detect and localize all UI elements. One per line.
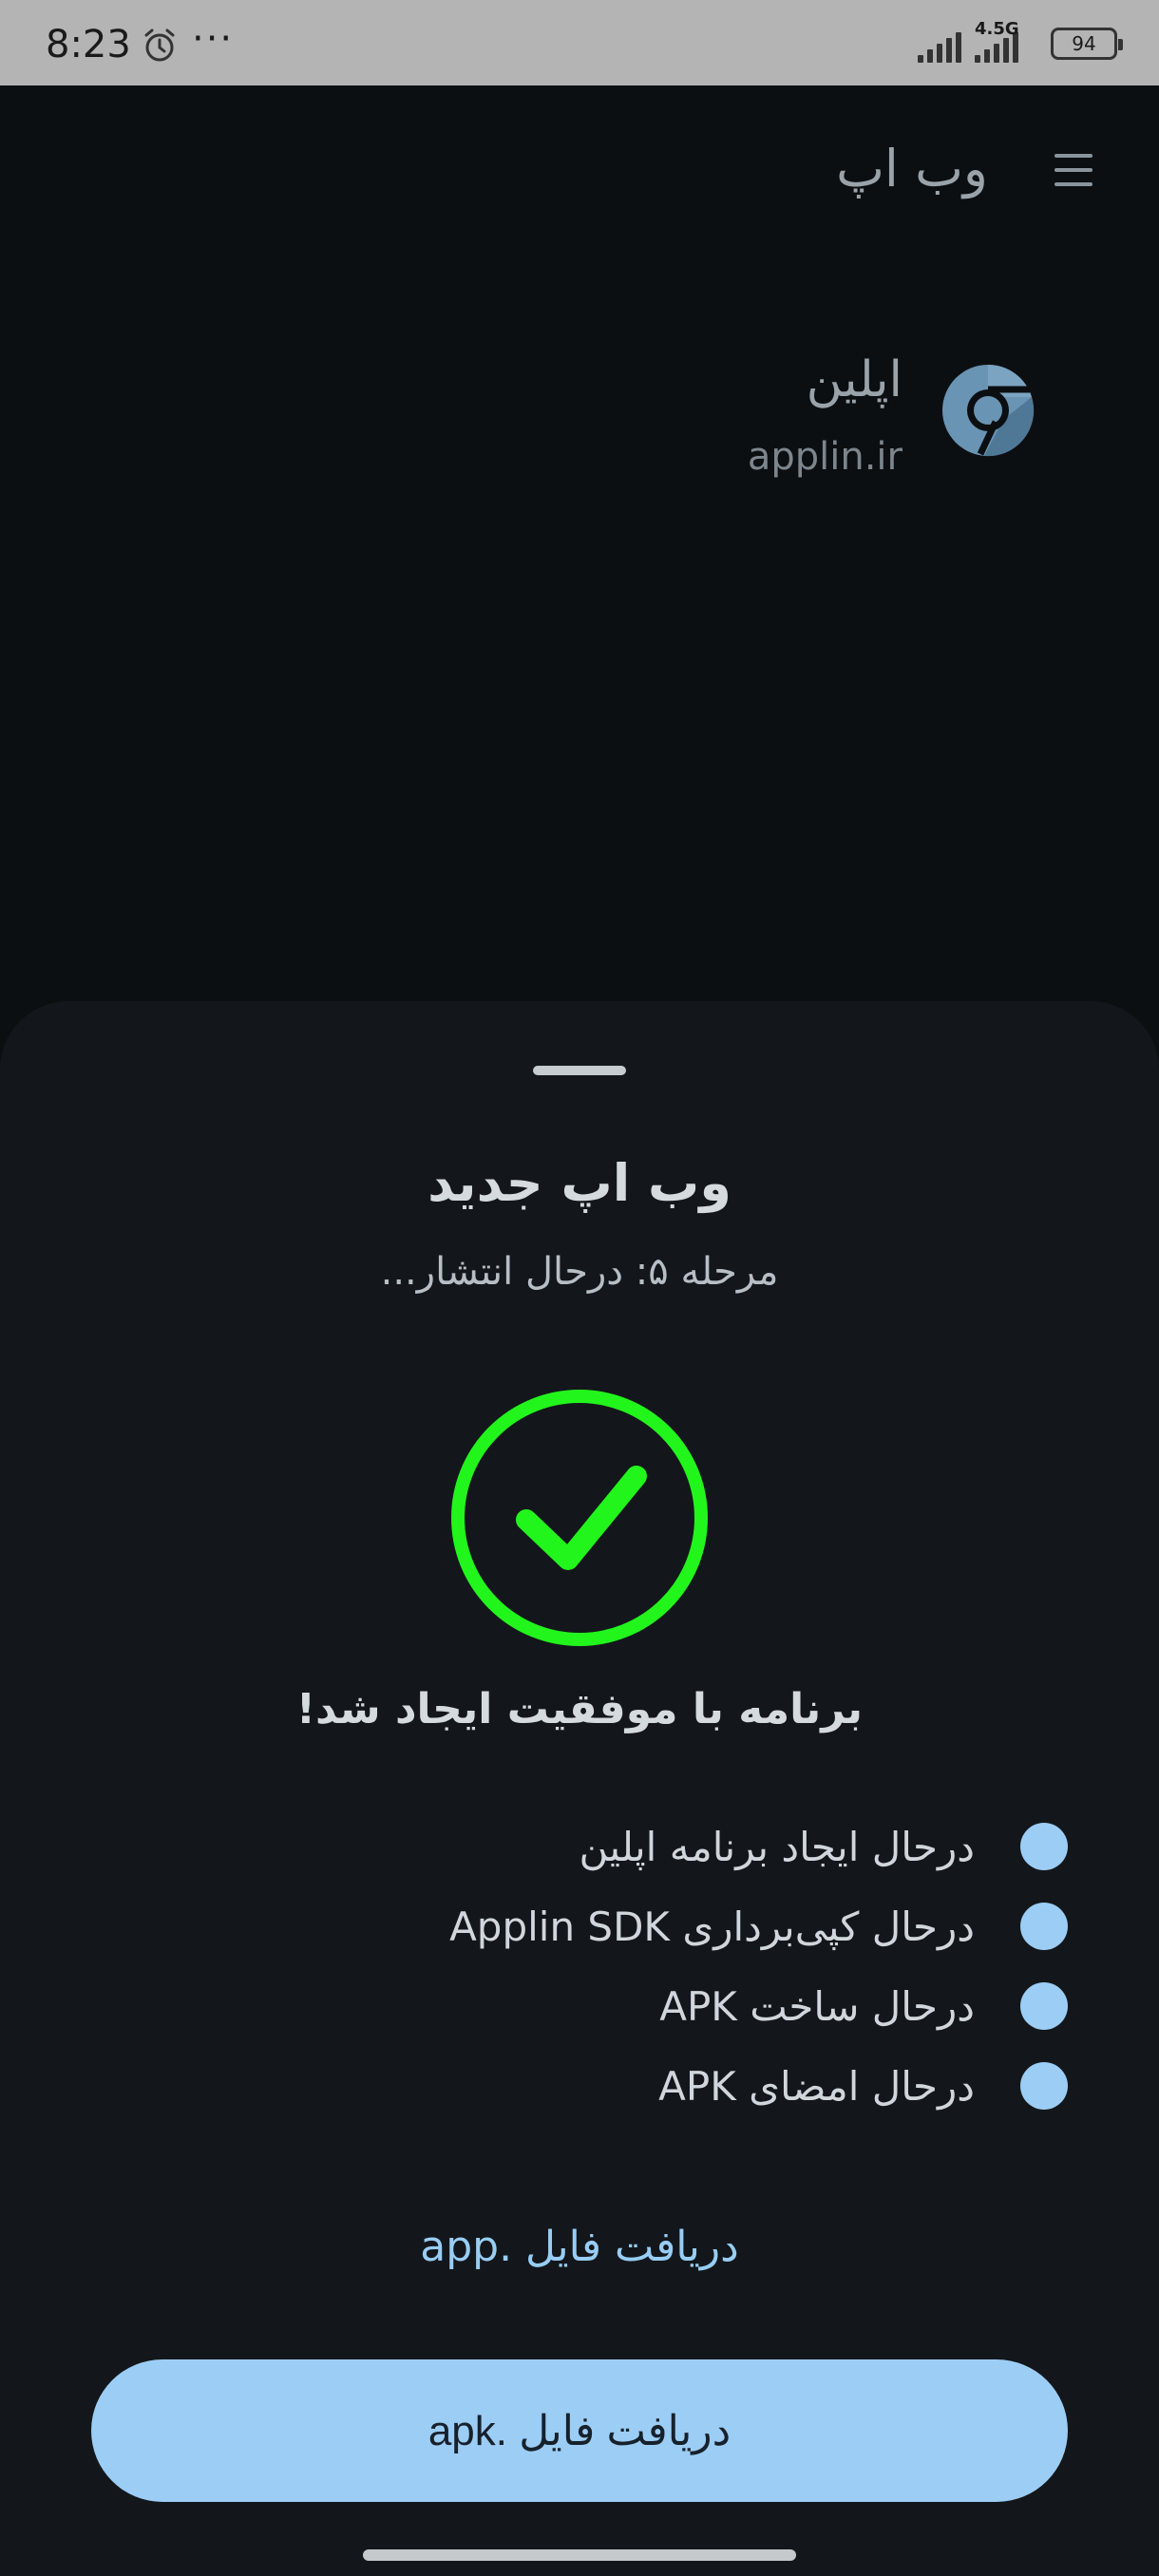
step-label: درحال ساخت APK [659, 1982, 975, 2030]
step-item: درحال کپی‌برداری Applin SDK [213, 1898, 1068, 1955]
step-item: درحال ساخت APK [213, 1978, 1068, 2035]
check-circle-icon [451, 1390, 708, 1646]
success-message: برنامه با موفقیت ایجاد شد! [295, 1685, 864, 1733]
more-notifications-icon: ··· [192, 17, 235, 61]
chrome-icon [942, 364, 1035, 457]
network-type: 4.5G [975, 19, 1019, 39]
alarm-icon [144, 28, 175, 62]
step-dot [1020, 2062, 1068, 2110]
home-indicator[interactable] [363, 2549, 796, 2561]
status-time: 8:23 [46, 23, 131, 66]
app-domain: applin.ir [747, 435, 902, 479]
status-bar: 8:23 ··· 4.5G 94 [0, 0, 1159, 85]
step-label: درحال کپی‌برداری Applin SDK [449, 1903, 975, 1950]
signal-icon: 4.5G [918, 19, 1041, 63]
sheet-subtitle: مرحله ۵: درحال انتشار... [380, 1250, 779, 1294]
sheet-title: وب اپ جدید [428, 1153, 732, 1213]
status-right: 4.5G 94 [918, 19, 1123, 65]
step-dot [1020, 1982, 1068, 2030]
download-apk-button[interactable]: دریافت فایل .apk [91, 2359, 1068, 2502]
step-dot [1020, 1903, 1068, 1950]
download-app-file-link[interactable]: دریافت فایل .app [0, 2223, 1159, 2271]
screen: 8:23 ··· 4.5G 94 وب اپ اپلین applin.ir و… [0, 0, 1159, 2576]
battery-level: 94 [1072, 32, 1096, 55]
drag-handle[interactable] [533, 1066, 626, 1075]
app-name: اپلین [806, 351, 902, 408]
step-item: درحال امضای APK [213, 2057, 1068, 2114]
step-dot [1020, 1823, 1068, 1870]
step-label: درحال ایجاد برنامه اپلین [579, 1823, 975, 1870]
hamburger-menu-icon[interactable] [1054, 154, 1092, 186]
app-bar-title: وب اپ [836, 139, 988, 199]
step-label: درحال امضای APK [658, 2062, 975, 2110]
step-item: درحال ایجاد برنامه اپلین [213, 1818, 1068, 1875]
app-info: اپلین applin.ir [560, 351, 1036, 494]
battery-icon: 94 [1051, 28, 1123, 60]
app-bar: وب اپ [0, 85, 1159, 256]
bottom-sheet: وب اپ جدید مرحله ۵: درحال انتشار... برنا… [0, 1001, 1159, 2576]
